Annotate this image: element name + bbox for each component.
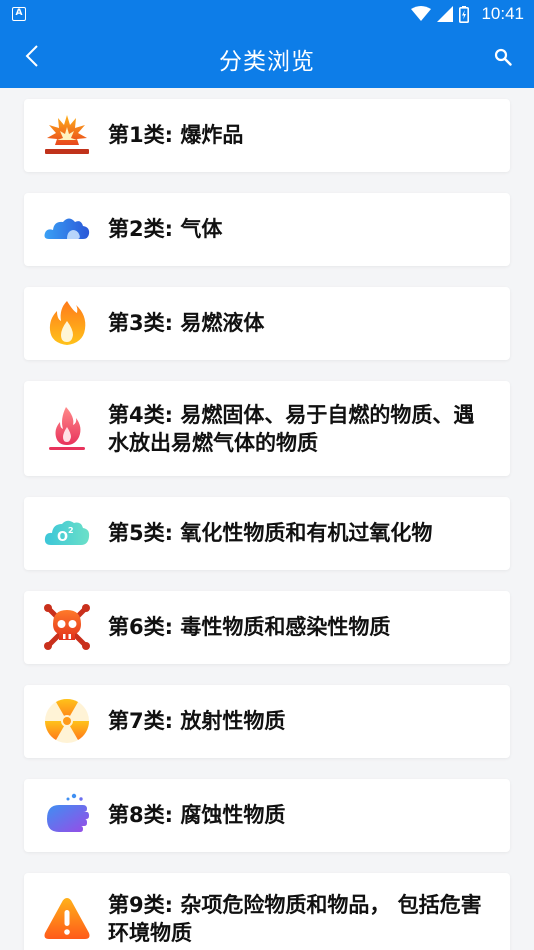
status-bar: A 10:41 <box>0 0 534 28</box>
flame-icon <box>43 299 91 347</box>
category-label: 第1类: 爆炸品 <box>108 123 244 147</box>
svg-text:2: 2 <box>68 526 74 535</box>
category-label: 第3类: 易燃液体 <box>108 311 265 335</box>
corrosion-hand-icon <box>43 791 91 839</box>
burning-solid-icon <box>43 405 91 453</box>
status-right: 10:41 <box>411 4 524 24</box>
app-bar: 分类浏览 <box>0 28 534 88</box>
warning-triangle-icon <box>43 895 91 943</box>
category-item-1[interactable]: 第1类: 爆炸品 <box>24 99 510 172</box>
page-title: 分类浏览 <box>219 49 315 75</box>
category-label: 第6类: 毒性物质和感染性物质 <box>108 615 391 639</box>
cell-signal-icon <box>437 6 454 22</box>
category-item-6[interactable]: 第6类: 毒性物质和感染性物质 <box>24 591 510 664</box>
category-label: 第4类: 易燃固体、易于自燃的物质、遇水放出易燃气体的物质 <box>108 403 475 455</box>
search-icon <box>494 48 512 66</box>
category-label: 第7类: 放射性物质 <box>108 709 286 733</box>
category-item-8[interactable]: 第8类: 腐蚀性物质 <box>24 779 510 852</box>
category-label: 第8类: 腐蚀性物质 <box>108 803 286 827</box>
category-item-4[interactable]: 第4类: 易燃固体、易于自燃的物质、遇水放出易燃气体的物质 <box>24 381 510 476</box>
status-time: 10:41 <box>481 4 524 23</box>
category-label: 第5类: 氧化性物质和有机过氧化物 <box>108 521 433 545</box>
explosion-icon <box>43 111 91 159</box>
category-item-3[interactable]: 第3类: 易燃液体 <box>24 287 510 360</box>
svg-text:O: O <box>57 530 68 545</box>
category-item-7[interactable]: 第7类: 放射性物质 <box>24 685 510 758</box>
skull-crossbones-icon <box>43 603 91 651</box>
status-left: A <box>12 7 26 21</box>
category-item-2[interactable]: 第2类: 气体 <box>24 193 510 266</box>
battery-icon <box>459 5 470 23</box>
category-item-5[interactable]: O 2 第5类: 氧化性物质和有机过氧化物 <box>24 497 510 570</box>
oxygen-cloud-icon: O 2 <box>43 509 91 557</box>
radiation-icon <box>43 697 91 745</box>
search-button[interactable] <box>486 40 520 74</box>
category-item-9[interactable]: 第9类: 杂项危险物质和物品， 包括危害环境物质 <box>24 873 510 950</box>
category-label: 第2类: 气体 <box>108 217 223 241</box>
cloud-gas-icon <box>43 205 91 253</box>
wifi-icon <box>411 6 432 21</box>
category-label: 第9类: 杂项危险物质和物品， 包括危害环境物质 <box>108 893 482 945</box>
app-notification-icon: A <box>12 7 26 21</box>
